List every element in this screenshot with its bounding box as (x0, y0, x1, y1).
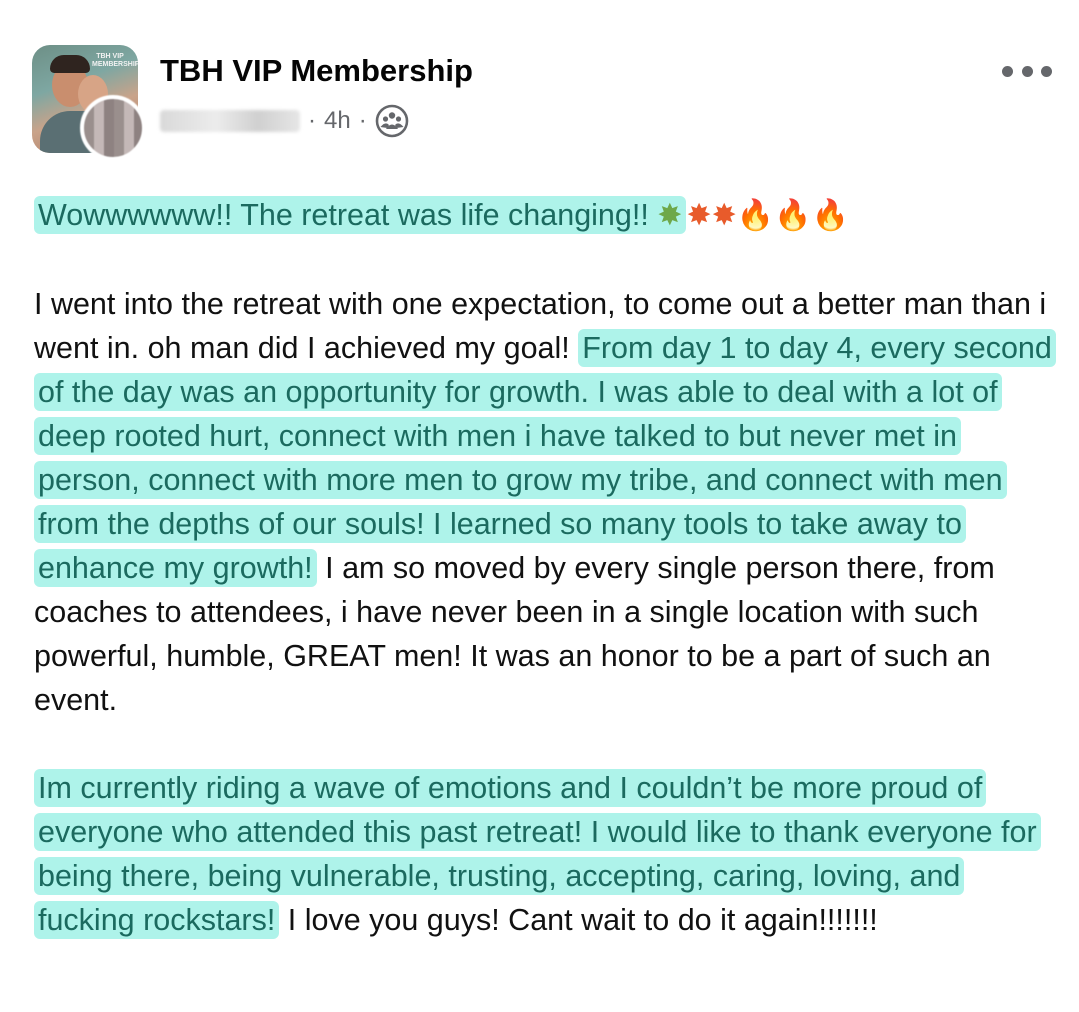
post-header: TBH VIP MEMBERSHIP TBH VIP Membership · … (32, 45, 1052, 161)
meta-separator-2: · (358, 107, 367, 134)
author-name-redacted[interactable] (160, 110, 300, 132)
post-timestamp[interactable]: 4h (324, 107, 351, 135)
collision-emoji-icon: ✸ (711, 198, 737, 233)
fire-emoji-icon: 🔥 (736, 198, 775, 233)
more-options-button[interactable] (1002, 59, 1052, 83)
post-paragraph-2: Im currently riding a wave of emotions a… (34, 766, 1054, 942)
headline-text: Wowwwwww!! The retreat was life changing… (38, 198, 649, 232)
post-paragraph-1: I went into the retreat with one expecta… (34, 282, 1056, 722)
fire-emoji-icon: 🔥 (774, 198, 812, 233)
paragraph-2-text: I love you guys! Cant wait to do it agai… (279, 903, 878, 937)
post-meta: · 4h · (160, 103, 409, 139)
more-dot-icon (1041, 65, 1052, 77)
avatar-photo-hair (50, 55, 90, 73)
group-avatar-stack[interactable]: TBH VIP MEMBERSHIP (32, 45, 146, 161)
meta-separator: · (308, 107, 316, 134)
fire-emoji-icon: 🔥 (811, 198, 849, 233)
group-name[interactable]: TBH VIP Membership (160, 53, 473, 89)
collision-emoji-icon: ✸ (657, 198, 683, 233)
avatar-logo-text: TBH VIP MEMBERSHIP (92, 53, 138, 68)
post-text: Wowwwwww!! The retreat was life changing… (34, 193, 1056, 942)
paragraph-1-highlight: From day 1 to day 4, every second of the… (34, 329, 1056, 587)
collision-emoji-icon: ✸ (686, 198, 712, 233)
group-audience-icon (375, 104, 409, 138)
post-headline: Wowwwwww!! The retreat was life changing… (34, 193, 1054, 238)
more-dot-icon (1002, 65, 1013, 77)
more-dot-icon (1021, 65, 1033, 77)
headline-highlight: Wowwwwww!! The retreat was life changing… (34, 196, 687, 234)
author-avatar[interactable] (80, 95, 146, 161)
